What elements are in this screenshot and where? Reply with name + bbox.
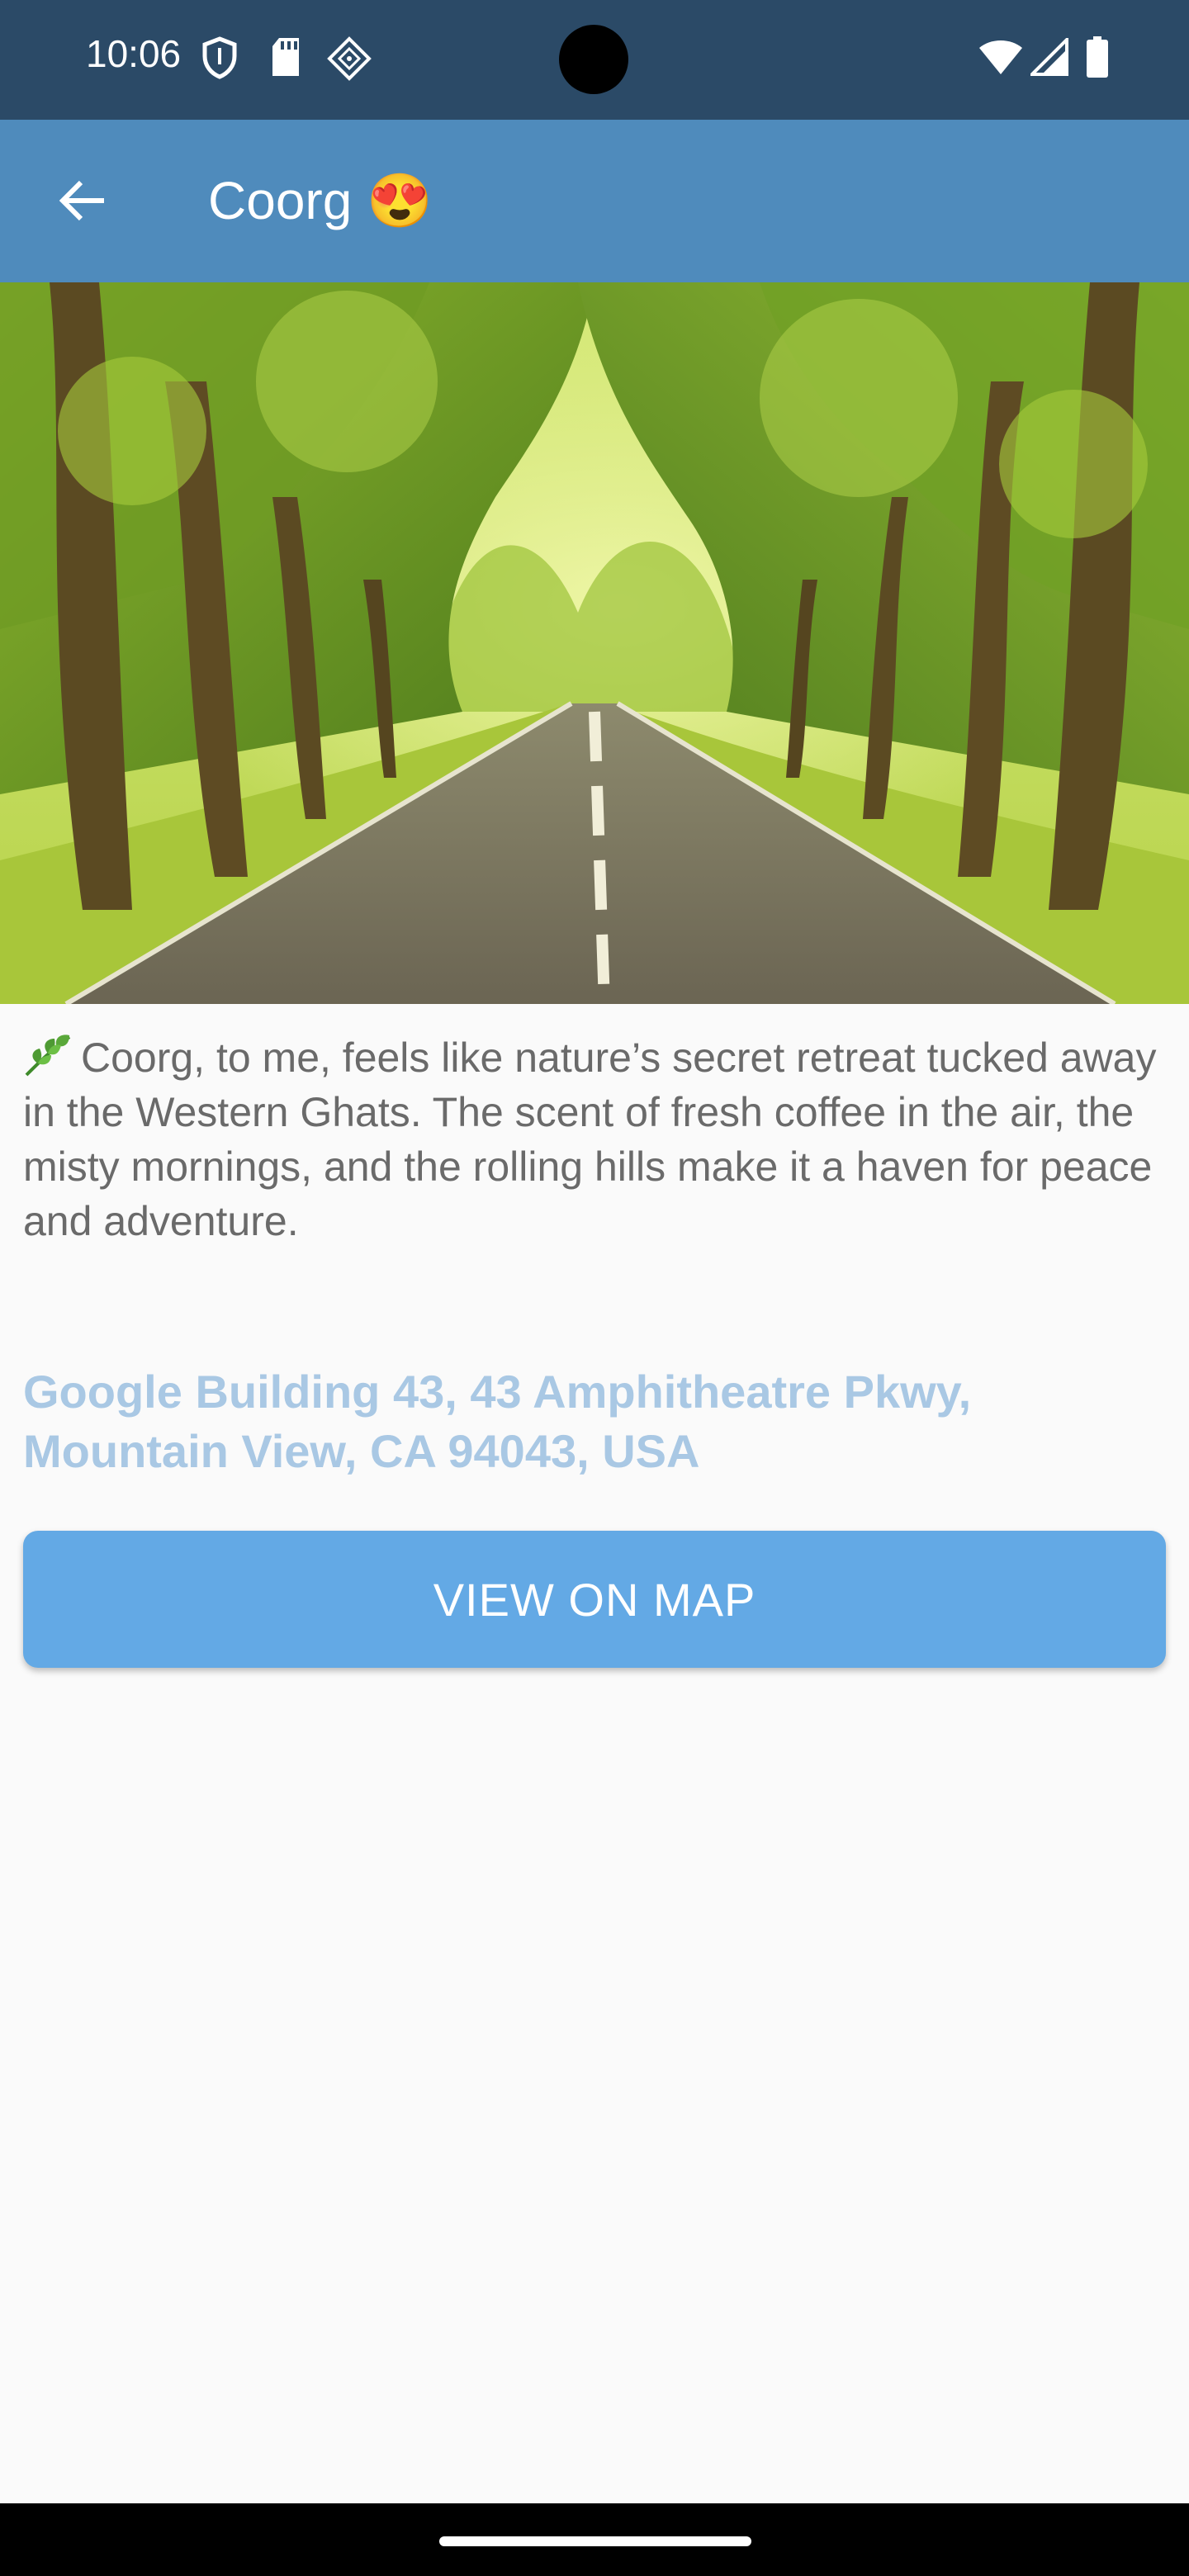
home-indicator[interactable] — [439, 2536, 751, 2546]
view-on-map-button[interactable]: VIEW ON MAP — [23, 1531, 1166, 1668]
hero-image — [0, 282, 1189, 1004]
page-title: Coorg 😍 — [208, 171, 433, 230]
status-time: 10:06 — [86, 32, 182, 75]
app-notification-icon — [327, 36, 372, 81]
app-bar: Coorg 😍 — [0, 120, 1189, 282]
herb-icon — [25, 1035, 71, 1077]
arrow-back-icon — [59, 180, 104, 221]
sd-card-icon — [272, 38, 299, 76]
place-description: Coorg, to me, feels like nature’s secret… — [23, 1030, 1171, 1248]
cell-signal-icon — [1030, 38, 1068, 76]
description-text: Coorg, to me, feels like nature’s secret… — [23, 1035, 1157, 1244]
battery-icon — [1087, 36, 1108, 78]
back-button[interactable] — [41, 159, 124, 242]
shield-icon — [202, 36, 237, 79]
camera-cutout — [559, 25, 628, 94]
navigation-bar — [0, 2503, 1189, 2576]
address-text: Google Building 43, 43 Amphitheatre Pkwy… — [23, 1366, 972, 1477]
status-bar: 10:06 — [0, 0, 1189, 120]
wifi-icon — [979, 40, 1022, 74]
